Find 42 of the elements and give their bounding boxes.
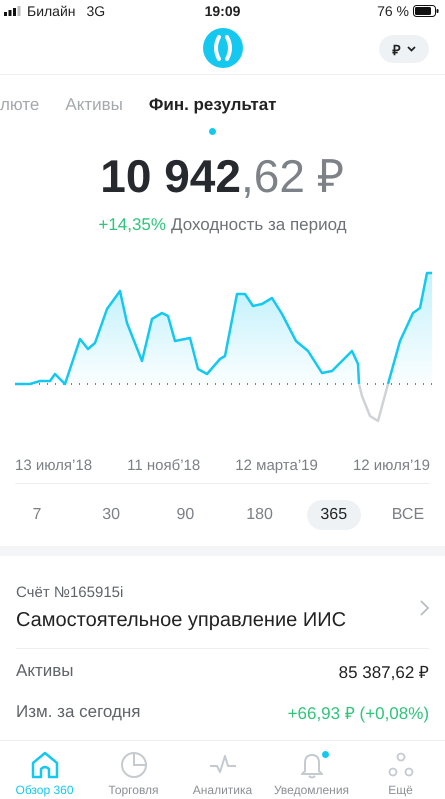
period-button[interactable]: ВСЕ — [380, 500, 435, 530]
period-button[interactable]: 180 — [232, 500, 287, 530]
yield-percent: +14,35% — [98, 215, 166, 234]
tab[interactable]: люте — [0, 93, 40, 117]
nav-tab[interactable]: Уведомления — [267, 741, 356, 799]
battery-percent: 76 % — [377, 3, 409, 19]
balance-amount: 10 942 — [100, 150, 241, 202]
balance-fraction: ,62 ₽ — [240, 150, 345, 202]
active-tab-dot — [209, 128, 216, 135]
battery-icon — [413, 5, 439, 17]
period-button[interactable]: 7 — [10, 500, 64, 530]
bell-icon — [298, 751, 324, 779]
signal-icon — [4, 6, 22, 16]
date-label: 12 марта’19 — [235, 456, 318, 474]
account-title[interactable]: Самостоятельное управление ИИС — [16, 609, 346, 632]
row-label: Изм. за сегодня — [16, 702, 140, 722]
chevron-down-icon — [406, 46, 416, 52]
row-value: 85 387,62 ₽ — [338, 662, 429, 682]
date-label: 12 июля’19 — [352, 456, 430, 474]
home-icon — [30, 751, 60, 779]
tab[interactable]: Фин. результат — [148, 93, 276, 117]
nav-tab[interactable]: Аналитика — [178, 741, 267, 799]
yield-label: Доходность за период — [171, 215, 347, 234]
network-type: 3G — [86, 3, 106, 19]
date-label: 11 нояб’18 — [127, 456, 200, 474]
date-label: 13 июля’18 — [15, 456, 92, 474]
row-label: Активы — [16, 661, 74, 681]
clock: 19:09 — [204, 3, 240, 19]
more-icon — [388, 752, 414, 778]
nav-tab[interactable]: Торговля — [89, 741, 178, 799]
period-button[interactable]: 365 — [306, 500, 361, 530]
logo-icon — [202, 28, 242, 68]
period-button[interactable]: 90 — [158, 500, 212, 530]
nav-tab[interactable]: Ещё — [356, 741, 445, 799]
chevron-right-icon[interactable] — [420, 600, 429, 616]
pie-chart-icon — [120, 751, 148, 779]
account-number: Счёт №165915i — [16, 584, 124, 601]
tab[interactable]: Активы — [65, 93, 123, 117]
carrier-name: Билайн — [27, 3, 76, 19]
period-button[interactable]: 30 — [84, 500, 138, 530]
row-value: +66,93 ₽ (+0,08%) — [288, 702, 429, 724]
currency-button[interactable]: ₽ — [379, 35, 429, 63]
